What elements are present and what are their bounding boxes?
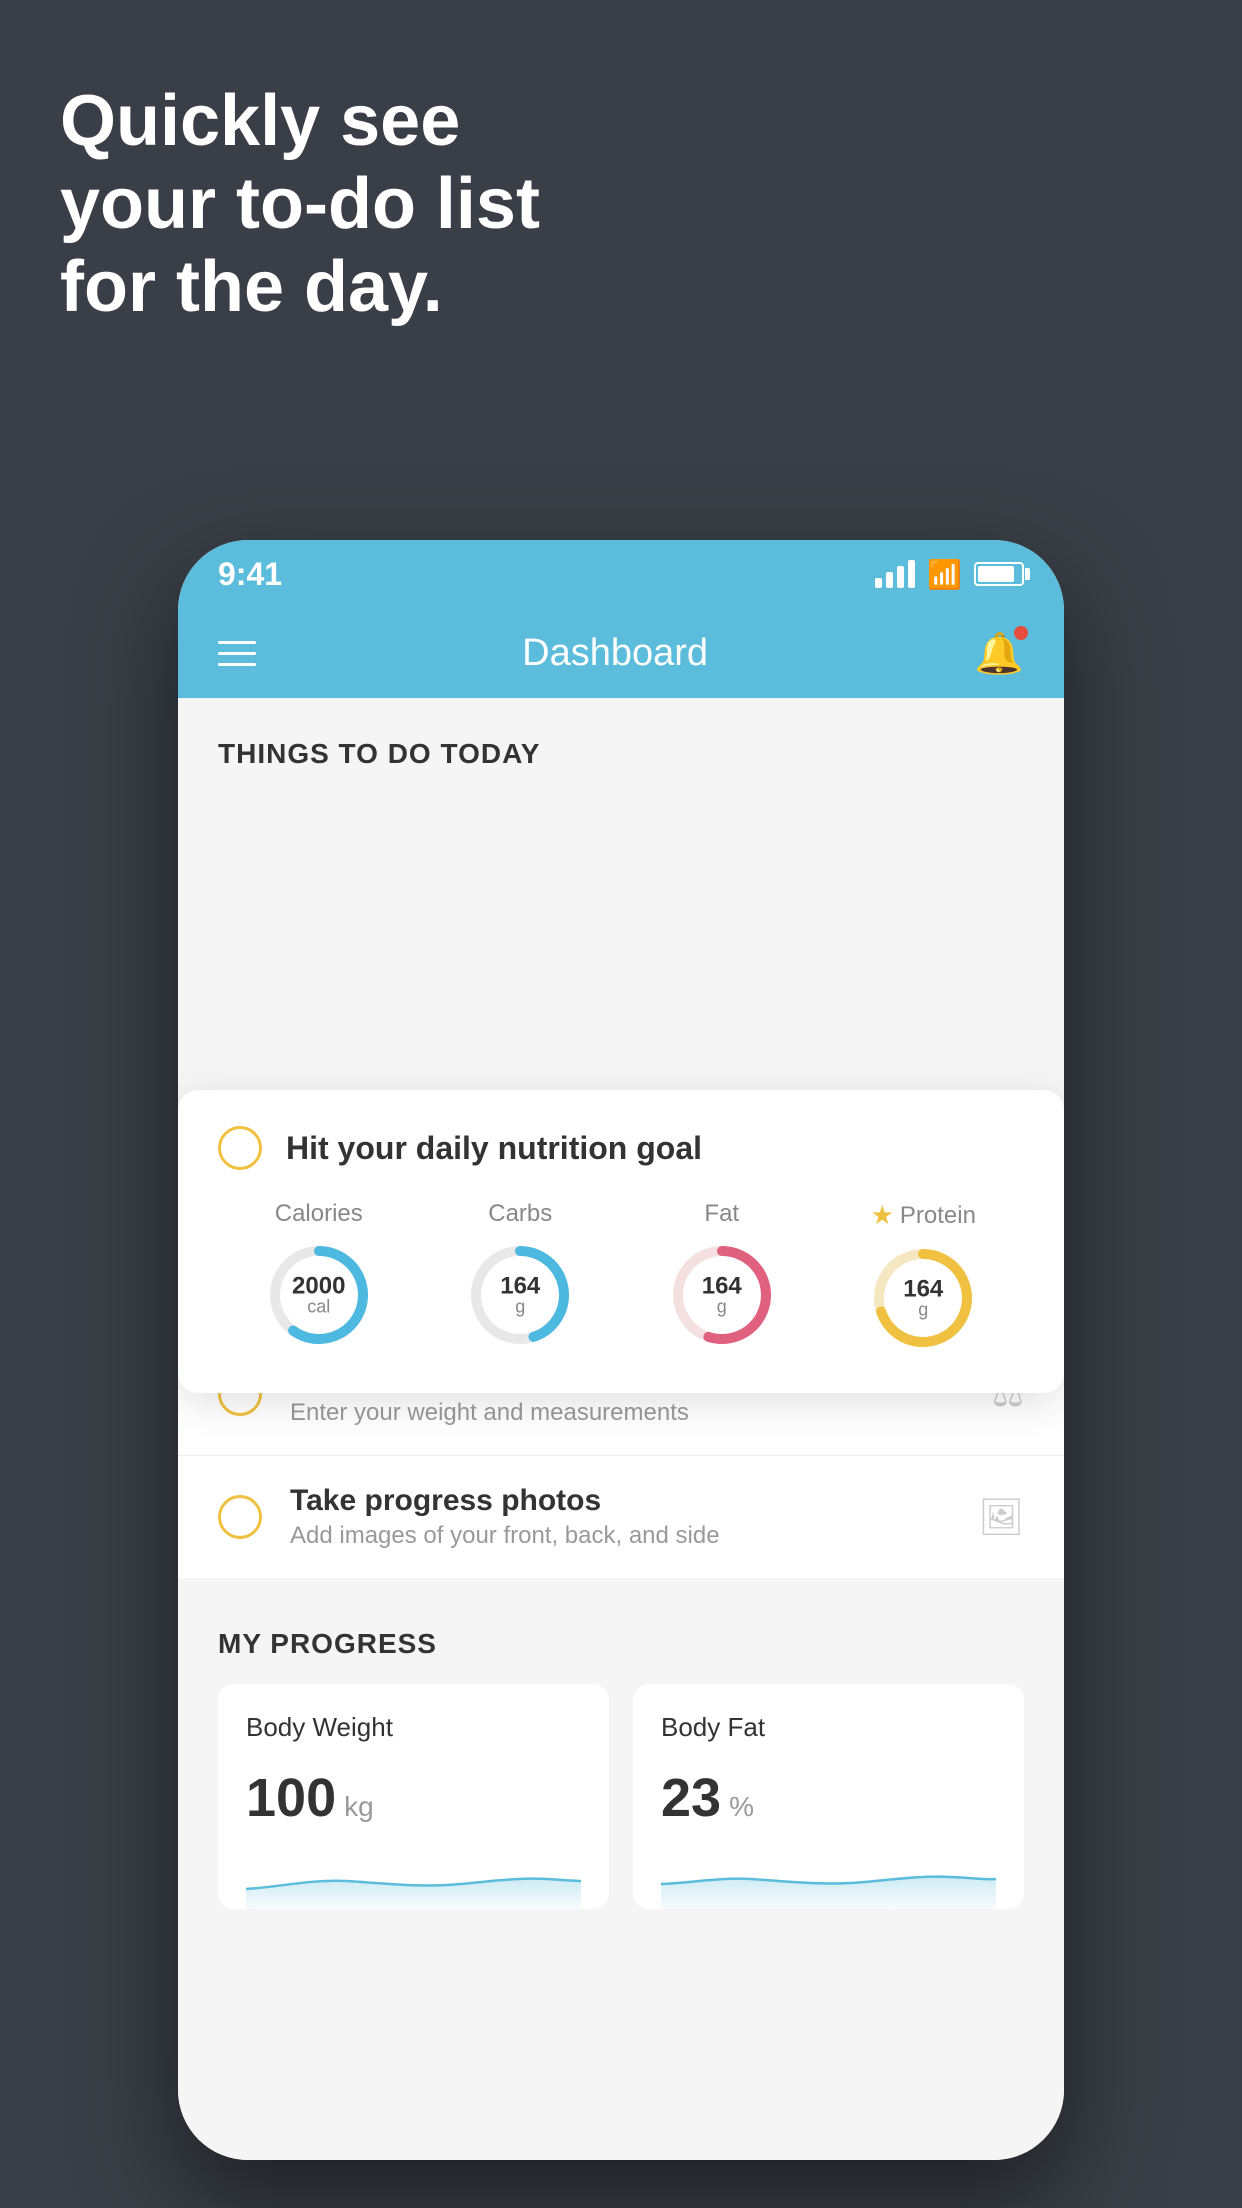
photos-name: Take progress photos bbox=[290, 1484, 978, 1518]
status-time: 9:41 bbox=[218, 556, 282, 593]
progress-section: MY PROGRESS Body Weight 100 kg bbox=[178, 1578, 1064, 1909]
photos-text: Take progress photos Add images of your … bbox=[290, 1484, 978, 1550]
star-icon: ★ bbox=[871, 1200, 894, 1231]
status-icons: 📶 bbox=[875, 558, 1024, 591]
battery-icon bbox=[974, 562, 1024, 586]
calories-ring: 2000 cal bbox=[264, 1240, 374, 1350]
body-weight-title: Body Weight bbox=[246, 1712, 581, 1743]
fat-ring: 164 g bbox=[667, 1240, 777, 1350]
body-fat-title: Body Fat bbox=[661, 1712, 996, 1743]
body-weight-chart bbox=[246, 1849, 581, 1909]
wifi-icon: 📶 bbox=[927, 558, 962, 591]
body-stats-sub: Enter your weight and measurements bbox=[290, 1399, 992, 1427]
body-fat-unit: % bbox=[729, 1791, 754, 1823]
bell-button[interactable]: 🔔 bbox=[974, 630, 1024, 677]
things-section: THINGS TO DO TODAY bbox=[178, 698, 1064, 770]
nutrition-header: Hit your daily nutrition goal bbox=[218, 1126, 1024, 1170]
photo-icon: 🖼 bbox=[978, 1496, 1024, 1538]
body-weight-number: 100 bbox=[246, 1767, 336, 1829]
progress-cards: Body Weight 100 kg bbox=[218, 1684, 1024, 1909]
calories-label: Calories bbox=[275, 1200, 363, 1228]
phone-shell: 9:41 📶 Dashboard 🔔 THINGS TO bbox=[178, 540, 1064, 2160]
protein-label: ★Protein bbox=[871, 1200, 976, 1231]
app-content: THINGS TO DO TODAY Hit your daily nutrit… bbox=[178, 698, 1064, 2160]
things-title: THINGS TO DO TODAY bbox=[218, 738, 1024, 770]
stat-fat: Fat 164 g bbox=[667, 1200, 777, 1350]
protein-ring: 164 g bbox=[868, 1243, 978, 1353]
fat-label: Fat bbox=[704, 1200, 739, 1228]
photos-sub: Add images of your front, back, and side bbox=[290, 1522, 978, 1550]
app-header: Dashboard 🔔 bbox=[178, 608, 1064, 698]
body-weight-unit: kg bbox=[344, 1791, 374, 1823]
todo-item-photos[interactable]: Take progress photos Add images of your … bbox=[178, 1456, 1064, 1578]
stat-carbs: Carbs 164 g bbox=[465, 1200, 575, 1350]
body-fat-number: 23 bbox=[661, 1767, 721, 1829]
status-bar: 9:41 📶 bbox=[178, 540, 1064, 608]
body-fat-card[interactable]: Body Fat 23 % bbox=[633, 1684, 1024, 1909]
nutrition-stats: Calories 2000 cal bbox=[218, 1200, 1024, 1353]
body-weight-card[interactable]: Body Weight 100 kg bbox=[218, 1684, 609, 1909]
body-fat-chart bbox=[661, 1849, 996, 1909]
header-title: Dashboard bbox=[522, 632, 708, 675]
notification-dot bbox=[1014, 626, 1028, 640]
body-weight-value-row: 100 kg bbox=[246, 1767, 581, 1829]
stat-calories: Calories 2000 cal bbox=[264, 1200, 374, 1350]
nutrition-checkbox[interactable] bbox=[218, 1126, 262, 1170]
body-fat-value-row: 23 % bbox=[661, 1767, 996, 1829]
stat-protein: ★Protein 164 g bbox=[868, 1200, 978, 1353]
hero-text: Quickly see your to-do list for the day. bbox=[60, 80, 540, 328]
photos-checkbox[interactable] bbox=[218, 1495, 262, 1539]
carbs-label: Carbs bbox=[488, 1200, 552, 1228]
nutrition-card: Hit your daily nutrition goal Calories bbox=[178, 1090, 1064, 1393]
progress-title: MY PROGRESS bbox=[218, 1628, 1024, 1660]
nutrition-title: Hit your daily nutrition goal bbox=[286, 1130, 702, 1167]
signal-icon bbox=[875, 560, 915, 588]
menu-button[interactable] bbox=[218, 641, 256, 666]
carbs-ring: 164 g bbox=[465, 1240, 575, 1350]
